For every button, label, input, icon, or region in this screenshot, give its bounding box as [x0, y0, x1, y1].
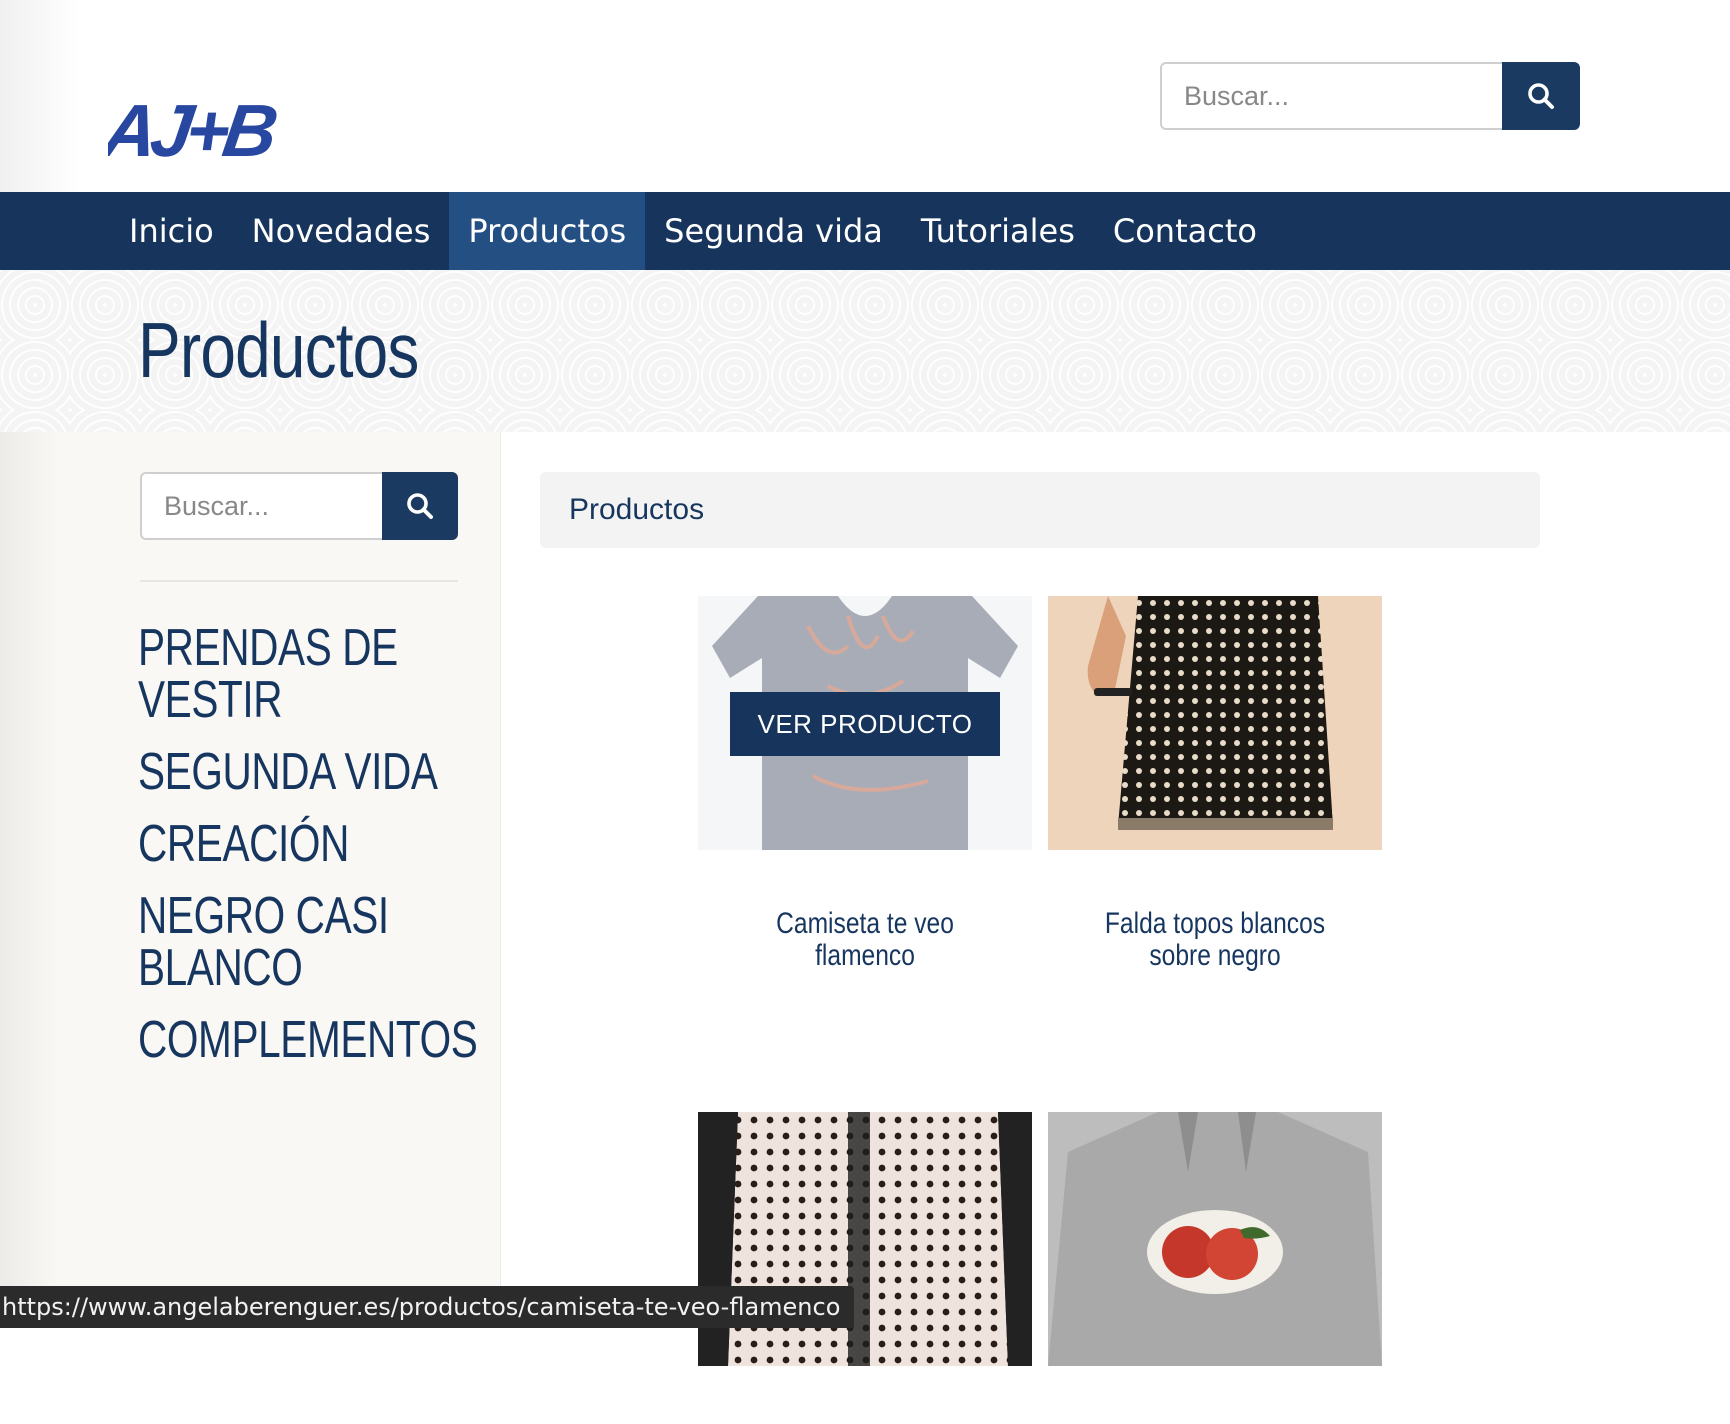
nav-contacto[interactable]: Contacto	[1094, 192, 1276, 270]
nav-productos[interactable]: Productos	[449, 192, 646, 270]
nav-inicio[interactable]: Inicio	[110, 192, 233, 270]
search-icon	[1528, 83, 1554, 109]
header-search	[1160, 62, 1580, 130]
product-name[interactable]: Camiseta te veo flamenco	[728, 908, 1002, 972]
search-icon	[407, 493, 433, 519]
category-creacion[interactable]: CREACIÓN	[138, 818, 466, 870]
category-list: PRENDAS DE VESTIR SEGUNDA VIDA CREACIÓN …	[138, 622, 478, 1086]
nav-novedades[interactable]: Novedades	[233, 192, 450, 270]
header-search-button[interactable]	[1502, 62, 1580, 130]
logo-text: AJ+B	[108, 89, 278, 170]
link-preview-status-bar: https://www.angelaberenguer.es/productos…	[0, 1286, 855, 1328]
page-title: Productos	[138, 306, 419, 394]
nav-segunda-vida[interactable]: Segunda vida	[645, 192, 902, 270]
page-title-band: Productos	[0, 270, 1730, 432]
sidebar-search-input[interactable]	[140, 472, 382, 540]
product-image[interactable]	[1048, 596, 1382, 850]
header-search-input[interactable]	[1160, 62, 1502, 130]
sidebar: PRENDAS DE VESTIR SEGUNDA VIDA CREACIÓN …	[0, 432, 501, 1328]
product-card[interactable]: Falda topos blancos sobre negro	[1048, 596, 1382, 972]
skirt-image	[1048, 596, 1382, 850]
category-segunda-vida[interactable]: SEGUNDA VIDA	[138, 746, 466, 798]
site-logo[interactable]: AJ+B	[108, 88, 278, 170]
status-url: https://www.angelaberenguer.es/productos…	[2, 1293, 841, 1321]
view-product-button[interactable]: VER PRODUCTO	[730, 692, 1000, 756]
product-card[interactable]: VER PRODUCTO Camiseta te veo flamenco	[698, 596, 1032, 972]
category-prendas-de-vestir[interactable]: PRENDAS DE VESTIR	[138, 622, 466, 726]
nav-tutoriales[interactable]: Tutoriales	[902, 192, 1094, 270]
sidebar-search	[140, 472, 458, 540]
site-header: AJ+B	[0, 0, 1730, 192]
category-complementos[interactable]: COMPLEMENTOS	[138, 1014, 478, 1066]
category-negro-casi-blanco[interactable]: NEGRO CASI BLANCO	[138, 890, 466, 994]
product-card[interactable]	[698, 1112, 1032, 1424]
product-card[interactable]	[1048, 1112, 1382, 1424]
breadcrumb: Productos	[540, 472, 1540, 548]
product-image[interactable]: VER PRODUCTO	[698, 596, 1032, 850]
breadcrumb-current: Productos	[569, 493, 705, 526]
sidebar-divider	[140, 580, 458, 582]
product-name[interactable]: Falda topos blancos sobre negro	[1078, 908, 1352, 972]
main-nav: Inicio Novedades Productos Segunda vida …	[0, 192, 1730, 270]
sidebar-search-button[interactable]	[382, 472, 458, 540]
